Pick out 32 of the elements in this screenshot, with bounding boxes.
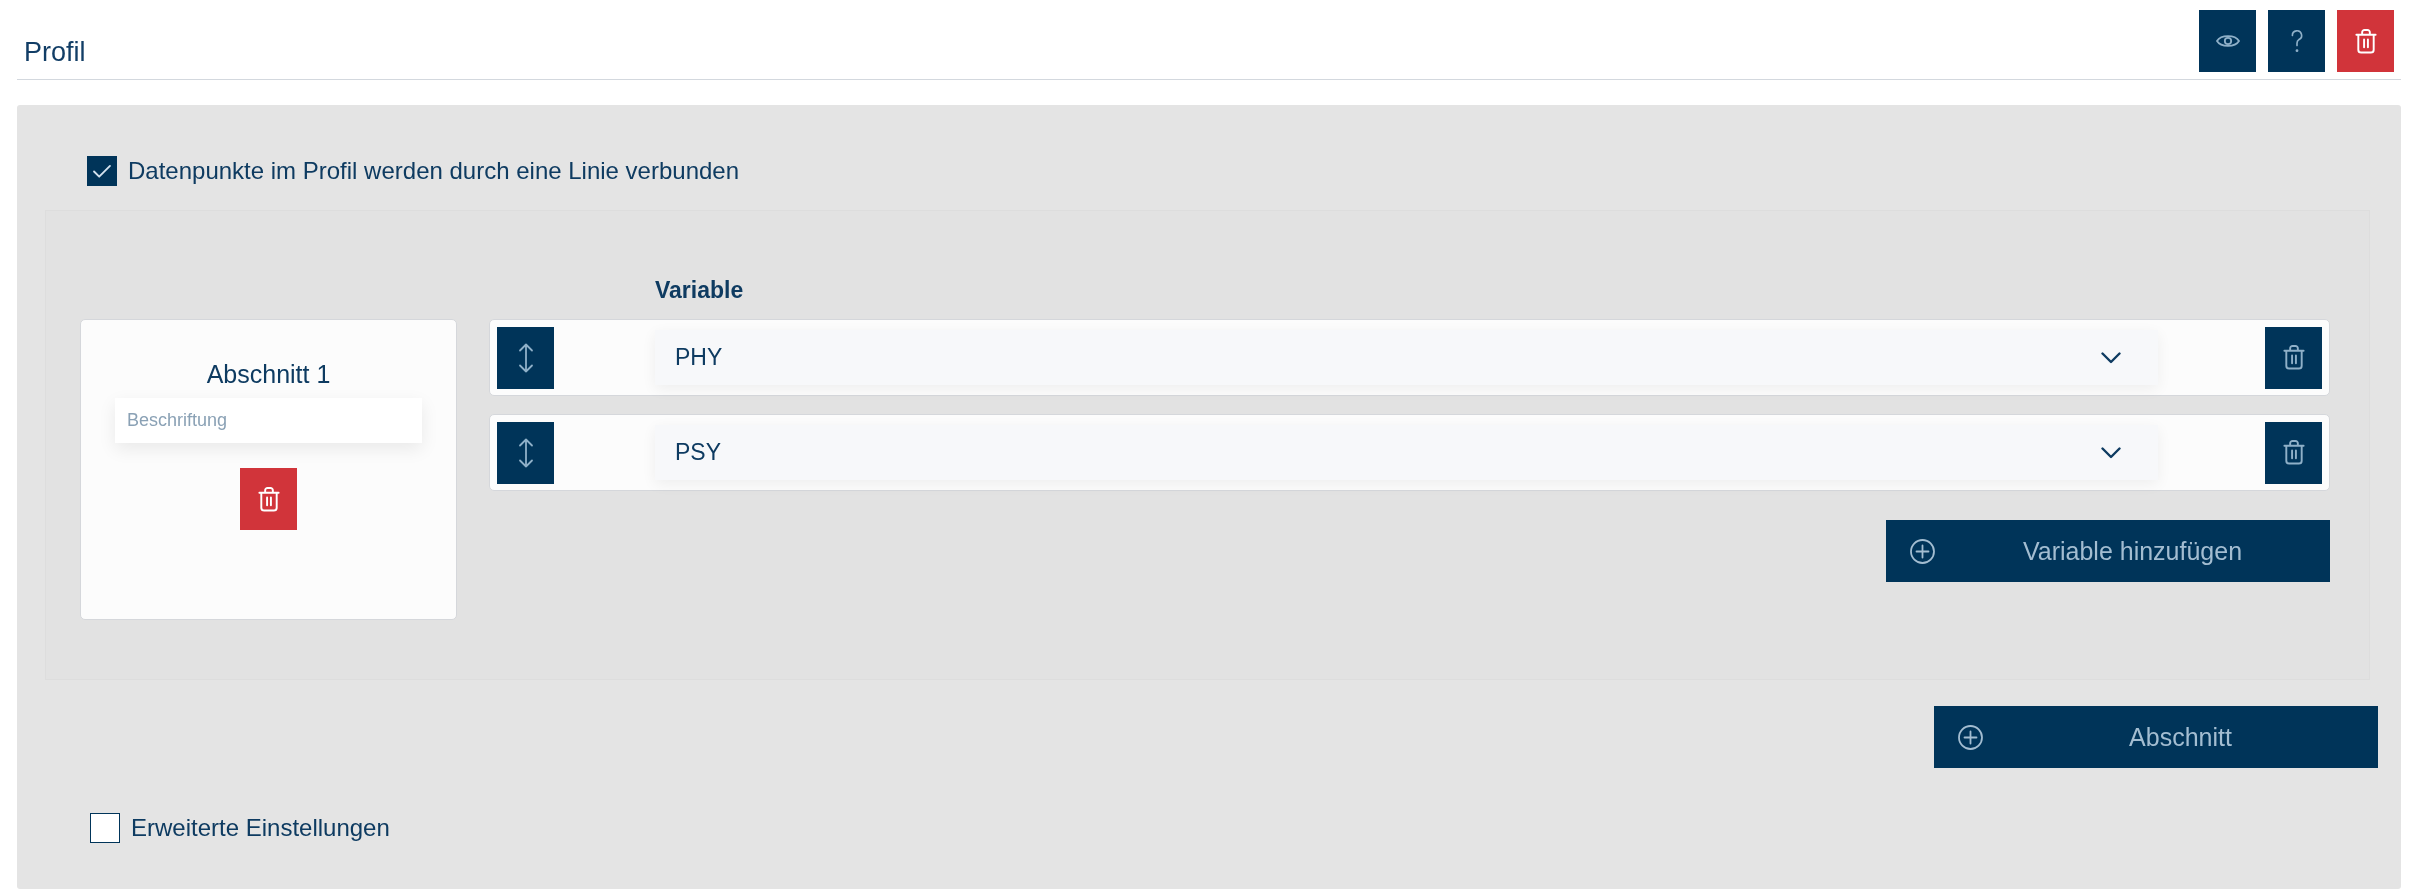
check-icon bbox=[92, 163, 112, 179]
preview-button[interactable] bbox=[2199, 10, 2256, 72]
checkbox[interactable] bbox=[87, 156, 117, 186]
checkbox[interactable] bbox=[90, 813, 120, 843]
delete-variable-button[interactable] bbox=[2265, 326, 2322, 389]
eye-icon bbox=[2215, 33, 2240, 49]
section-title: Abschnitt 1 bbox=[206, 359, 331, 389]
drag-handle[interactable] bbox=[497, 421, 554, 484]
up-down-arrow-icon bbox=[517, 342, 534, 373]
trash-icon bbox=[2282, 345, 2305, 370]
delete-button[interactable] bbox=[2337, 10, 2394, 72]
drag-handle[interactable] bbox=[497, 326, 554, 389]
up-down-arrow-icon bbox=[517, 437, 534, 468]
trash-icon bbox=[2282, 440, 2305, 465]
checkbox-label: Erweiterte Einstellungen bbox=[131, 813, 390, 843]
checkbox-label: Datenpunkte im Profil werden durch eine Linie verbunden bbox=[128, 156, 740, 186]
add-section-button[interactable]: Abschnitt bbox=[1934, 706, 2378, 768]
help-icon bbox=[2289, 29, 2304, 53]
caption-input[interactable]: Beschriftung bbox=[115, 398, 422, 443]
delete-section-button[interactable] bbox=[240, 468, 297, 530]
chevron-down-icon bbox=[2101, 351, 2121, 364]
variable-dropdown[interactable]: PSY bbox=[655, 425, 2158, 480]
trash-icon bbox=[2354, 28, 2377, 54]
column-heading: Variable bbox=[655, 278, 744, 302]
page-title: Profil bbox=[24, 36, 86, 68]
delete-variable-button[interactable] bbox=[2265, 421, 2322, 484]
variable-dropdown[interactable]: PHY bbox=[655, 330, 2158, 385]
trash-icon bbox=[257, 486, 280, 512]
chevron-down-icon bbox=[2101, 446, 2121, 459]
plus-circle-icon bbox=[1910, 538, 1935, 564]
plus-circle-icon bbox=[1958, 724, 1983, 750]
add-variable-button[interactable]: Variable hinzufügen bbox=[1886, 520, 2330, 582]
